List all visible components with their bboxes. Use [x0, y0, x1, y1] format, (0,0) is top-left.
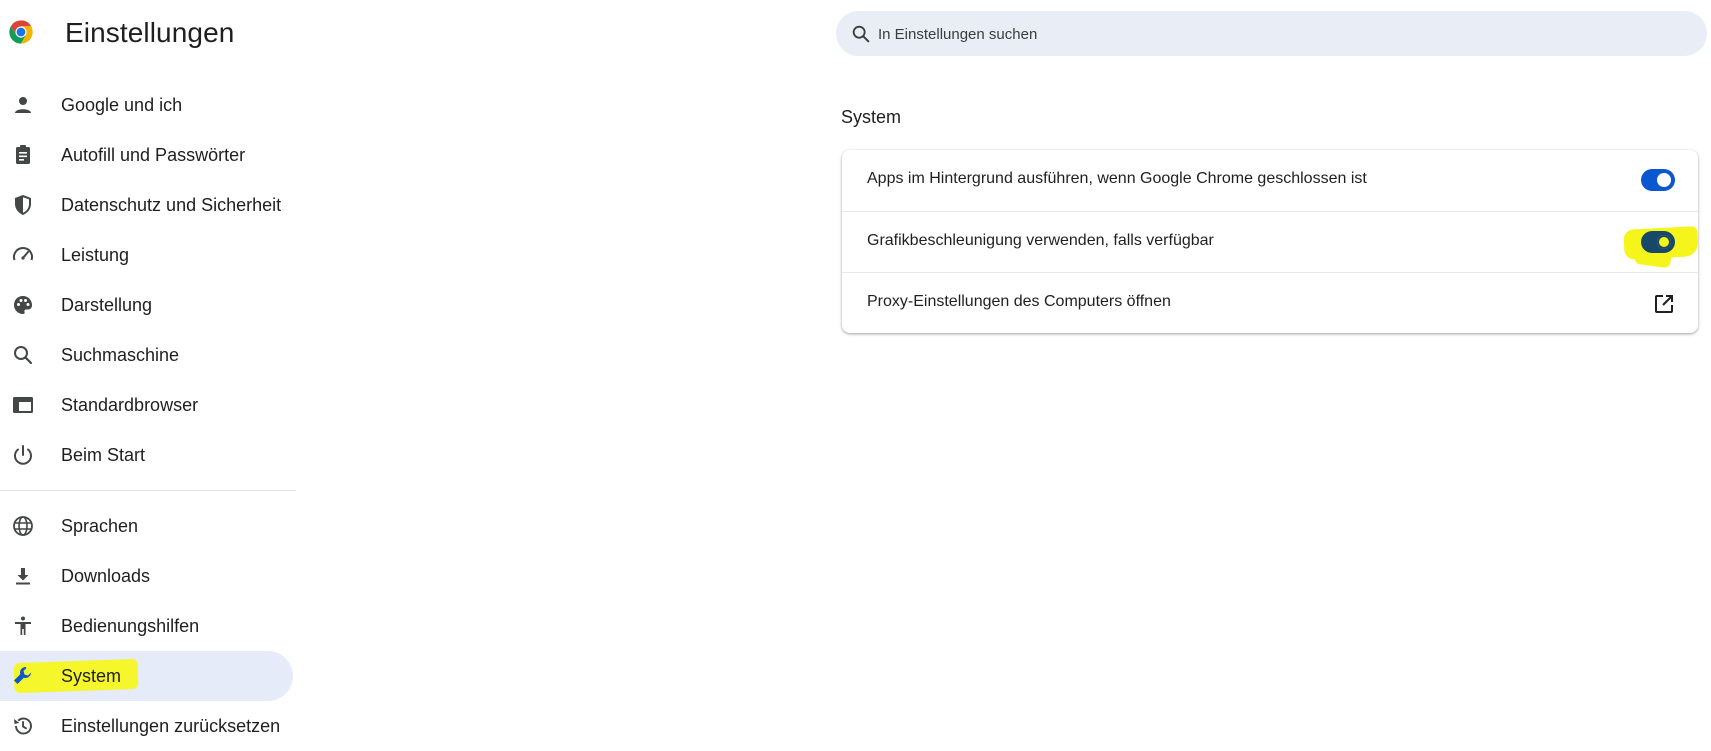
system-settings-card: Apps im Hintergrund ausführen, wenn Goog…	[842, 150, 1699, 334]
sidebar-item-label: Downloads	[61, 566, 151, 586]
wrench-icon	[14, 667, 31, 684]
sidebar-item-label: Standardbrowser	[61, 395, 199, 415]
setting-label: Proxy-Einstellungen des Computers öffnen	[867, 293, 1171, 310]
sidebar-item-bedienungshilfen[interactable]: Bedienungshilfen	[0, 601, 293, 651]
sidebar-item-autofill[interactable]: Autofill und Passwörter	[0, 130, 293, 180]
section-title: System	[841, 107, 902, 127]
accessibility-icon	[15, 616, 31, 635]
search-input[interactable]	[876, 11, 1680, 58]
setting-row-proxy-settings[interactable]: Proxy-Einstellungen des Computers öffnen	[842, 272, 1698, 334]
sidebar-divider	[0, 490, 296, 491]
browser-window-icon	[13, 397, 33, 413]
search-icon	[14, 346, 33, 365]
settings-search-bar[interactable]	[836, 11, 1707, 58]
sidebar-item-label: Beim Start	[61, 445, 146, 465]
toggle-knob	[1657, 173, 1671, 187]
setting-label: Apps im Hintergrund ausführen, wenn Goog…	[867, 170, 1367, 187]
history-icon	[14, 717, 32, 735]
sidebar-item-label: Google und ich	[61, 95, 183, 115]
sidebar-item-label: Sprachen	[61, 516, 139, 536]
shield-icon	[15, 195, 31, 215]
globe-icon	[13, 516, 33, 536]
external-link-icon[interactable]	[1652, 292, 1676, 316]
background-apps-toggle[interactable]	[1641, 169, 1675, 191]
sidebar-item-label: Leistung	[61, 245, 130, 265]
sidebar-item-label: Darstellung	[61, 295, 153, 315]
chrome-logo-icon	[9, 20, 33, 44]
sidebar-item-label: Autofill und Passwörter	[61, 145, 246, 165]
sidebar-item-darstellung[interactable]: Darstellung	[0, 280, 293, 330]
clipboard-icon	[16, 145, 30, 164]
toggle-knob	[1657, 235, 1671, 249]
download-icon	[16, 568, 30, 585]
sidebar-item-standardbrowser[interactable]: Standardbrowser	[0, 380, 293, 430]
search-icon	[852, 25, 870, 43]
sidebar-item-sprachen[interactable]: Sprachen	[0, 501, 293, 551]
sidebar-item-beim-start[interactable]: Beim Start	[0, 430, 293, 480]
sidebar-item-label: Suchmaschine	[61, 345, 180, 365]
setting-row-hardware-acceleration[interactable]: Grafikbeschleunigung verwenden, falls ve…	[842, 211, 1699, 273]
sidebar-item-downloads[interactable]: Downloads	[0, 551, 293, 601]
person-icon	[15, 97, 31, 113]
sidebar-item-system[interactable]: System	[0, 651, 293, 701]
sidebar-item-suchmaschine[interactable]: Suchmaschine	[0, 330, 293, 380]
setting-label: Grafikbeschleunigung verwenden, falls ve…	[867, 232, 1214, 249]
sidebar-item-label: Datenschutz und Sicherheit	[61, 195, 282, 215]
power-icon	[14, 445, 32, 465]
sidebar-item-label: Bedienungshilfen	[61, 616, 200, 636]
hardware-acceleration-toggle[interactable]	[1641, 231, 1675, 253]
sidebar-item-datenschutz[interactable]: Datenschutz und Sicherheit	[0, 180, 293, 230]
top-bar: Einstellungen	[0, 0, 1711, 66]
setting-row-background-apps[interactable]: Apps im Hintergrund ausführen, wenn Goog…	[842, 150, 1698, 211]
sidebar-item-label: System	[61, 666, 122, 686]
page-title: Einstellungen	[65, 17, 235, 48]
speedometer-icon	[13, 247, 33, 261]
sidebar-item-leistung[interactable]: Leistung	[0, 230, 293, 280]
sidebar-item-google-und-ich[interactable]: Google und ich	[0, 80, 293, 130]
palette-icon	[14, 296, 32, 314]
sidebar-item-label: Einstellungen zurücksetzen	[61, 716, 281, 736]
